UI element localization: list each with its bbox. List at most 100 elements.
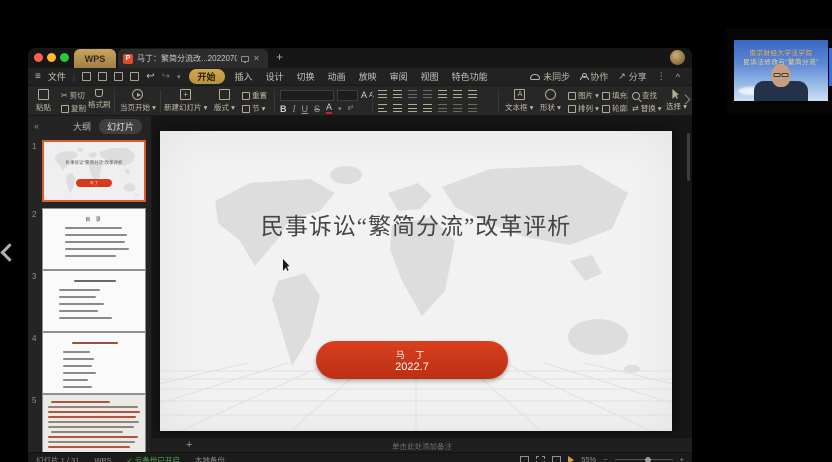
menu-tab-审阅[interactable]: 审阅 (387, 69, 411, 84)
font-color-button[interactable]: A (326, 103, 332, 114)
menu-tab-特色功能[interactable]: 特色功能 (449, 69, 491, 84)
save-icon[interactable] (82, 72, 91, 81)
cut-button[interactable]: ✂ 剪切 (61, 90, 85, 101)
author-badge[interactable]: 马 丁 2022.7 (316, 341, 508, 379)
underline-button[interactable]: U (302, 104, 309, 114)
slide-thumbnail-4[interactable] (42, 332, 146, 394)
cloud-backup-status[interactable]: ✓ 云备份已开启 (126, 455, 179, 462)
slide-title[interactable]: 民事诉讼“繁简分流”改革评析 (160, 207, 672, 241)
redo-icon[interactable]: ↪ (162, 71, 170, 82)
account-avatar[interactable] (670, 50, 685, 65)
slide-thumbnail-1[interactable]: 民事诉讼“繁简分流”改革评析马 丁 (42, 140, 146, 202)
reset-button[interactable]: 重置 (242, 90, 267, 101)
font-size-combobox[interactable] (337, 90, 358, 101)
arrange-button[interactable]: 排列 ▾ (568, 103, 599, 114)
menu-tab-设计[interactable]: 设计 (263, 69, 287, 84)
picture-button[interactable]: 图片 ▾ (568, 90, 599, 101)
zoom-slider[interactable] (615, 459, 673, 460)
paragraph-settings-icon[interactable] (468, 104, 477, 112)
increase-indent-icon[interactable] (423, 90, 432, 98)
zoom-window-button[interactable] (60, 53, 69, 62)
undo-icon[interactable]: ↩ (146, 71, 154, 82)
notes-bar[interactable]: + 单击此处添加备注 (152, 437, 692, 452)
slide-thumbnail-5[interactable] (42, 394, 146, 452)
play-from-page-button[interactable]: 当页开始 ▾ (120, 89, 156, 113)
menu-tab-插入[interactable]: 插入 (232, 69, 256, 84)
paste-button[interactable]: 粘贴 (36, 89, 51, 113)
line-spacing-icon[interactable] (453, 90, 462, 98)
collapse-panel-icon[interactable]: « (34, 121, 39, 131)
collaborate-button[interactable]: 协作 (580, 70, 608, 83)
align-right-icon[interactable] (408, 104, 417, 112)
italic-button[interactable]: I (293, 104, 296, 114)
menu-tab-切换[interactable]: 切换 (294, 69, 318, 84)
justify-icon[interactable] (423, 104, 432, 112)
minimize-window-button[interactable] (47, 53, 56, 62)
align-left-icon[interactable] (378, 104, 387, 112)
slide-sorter-view-icon[interactable] (536, 456, 545, 462)
section-button[interactable]: 节 ▾ (242, 103, 265, 114)
close-window-button[interactable] (34, 53, 43, 62)
find-button[interactable]: 查找 (632, 90, 657, 101)
preview-icon[interactable] (130, 72, 139, 81)
align-center-icon[interactable] (393, 104, 402, 112)
new-slide-button[interactable]: 新建幻灯片 ▾ (164, 89, 207, 113)
tab-outline[interactable]: 大纲 (73, 120, 91, 133)
distribute-icon[interactable] (438, 104, 447, 112)
slide-thumbnail-2[interactable]: 目 录 (42, 208, 146, 270)
increase-font-icon[interactable]: A (361, 90, 367, 100)
menu-tab-放映[interactable]: 放映 (356, 69, 380, 84)
reading-view-icon[interactable] (552, 456, 561, 462)
tab-slides[interactable]: 幻灯片 (99, 119, 142, 134)
textbox-button[interactable]: A 文本框 ▾ (505, 89, 533, 113)
slide-thumbnail-3[interactable] (42, 270, 146, 332)
local-backup-status[interactable]: 本地备份 (195, 455, 225, 462)
export-icon[interactable] (98, 72, 107, 81)
columns-icon[interactable] (468, 90, 477, 98)
chevron-down-icon[interactable]: ▾ (338, 105, 342, 113)
more-menu-icon[interactable]: ⋮ (657, 71, 666, 82)
menu-tab-开始[interactable]: 开始 (189, 69, 225, 84)
superscript-button[interactable]: x² (348, 105, 354, 112)
share-button[interactable]: ↗分享 (618, 70, 647, 83)
outline-button[interactable]: 轮廓 (602, 103, 627, 114)
slide-canvas[interactable]: 民事诉讼“繁简分流”改革评析 马 丁 2022.7 (160, 131, 672, 431)
replace-button[interactable]: ⇄ 替换 ▾ (632, 103, 662, 114)
bold-button[interactable]: B (280, 104, 287, 114)
menu-tab-视图[interactable]: 视图 (418, 69, 442, 84)
new-tab-button[interactable]: + (276, 50, 283, 64)
slideshow-play-icon[interactable] (568, 456, 574, 462)
zoom-in-icon[interactable]: + (680, 455, 684, 462)
hamburger-menu-icon[interactable]: ≡ (35, 71, 41, 82)
layout-button[interactable]: 版式 ▾ (214, 89, 235, 113)
strikethrough-button[interactable]: S (314, 104, 320, 114)
copy-button[interactable]: 复制 (61, 103, 86, 114)
document-tab[interactable]: P 马丁：繁简分流改...20220706 ✕ (118, 49, 268, 68)
close-tab-icon[interactable]: ✕ (253, 55, 260, 63)
chevron-down-icon[interactable]: ▾ (177, 73, 181, 81)
zoom-slider-thumb[interactable] (645, 457, 651, 462)
decrease-indent-icon[interactable] (408, 90, 417, 98)
file-menu[interactable]: 文件 (48, 70, 66, 83)
swap-icon: ⇄ (632, 104, 639, 113)
canvas-scrollbar[interactable] (687, 133, 690, 181)
font-name-combobox[interactable] (280, 90, 334, 101)
normal-view-icon[interactable] (520, 456, 529, 462)
print-icon[interactable] (114, 72, 123, 81)
menu-tab-动画[interactable]: 动画 (325, 69, 349, 84)
sync-status[interactable]: 未同步 (530, 70, 570, 83)
zoom-out-icon[interactable]: − (603, 455, 607, 462)
zoom-level: 55% (581, 455, 596, 462)
wps-home-tab[interactable]: WPS (74, 49, 116, 68)
fill-button[interactable]: 填充 (602, 90, 627, 101)
present-monitor-icon[interactable] (241, 56, 249, 62)
collapse-ribbon-icon[interactable]: ^ (676, 72, 680, 82)
format-painter-button[interactable]: 格式刷 (88, 89, 111, 110)
shrink-text-icon[interactable] (453, 104, 462, 112)
meeting-collapse-chevron-icon[interactable] (0, 243, 18, 261)
shapes-button[interactable]: 形状 ▾ (540, 89, 561, 113)
bullet-list-icon[interactable] (378, 90, 387, 98)
numbered-list-icon[interactable] (393, 90, 402, 98)
text-direction-icon[interactable] (438, 90, 447, 98)
participant-video-tile[interactable]: 南京财经大学法学院 民诉法修改与“繁简分流” (726, 28, 832, 113)
